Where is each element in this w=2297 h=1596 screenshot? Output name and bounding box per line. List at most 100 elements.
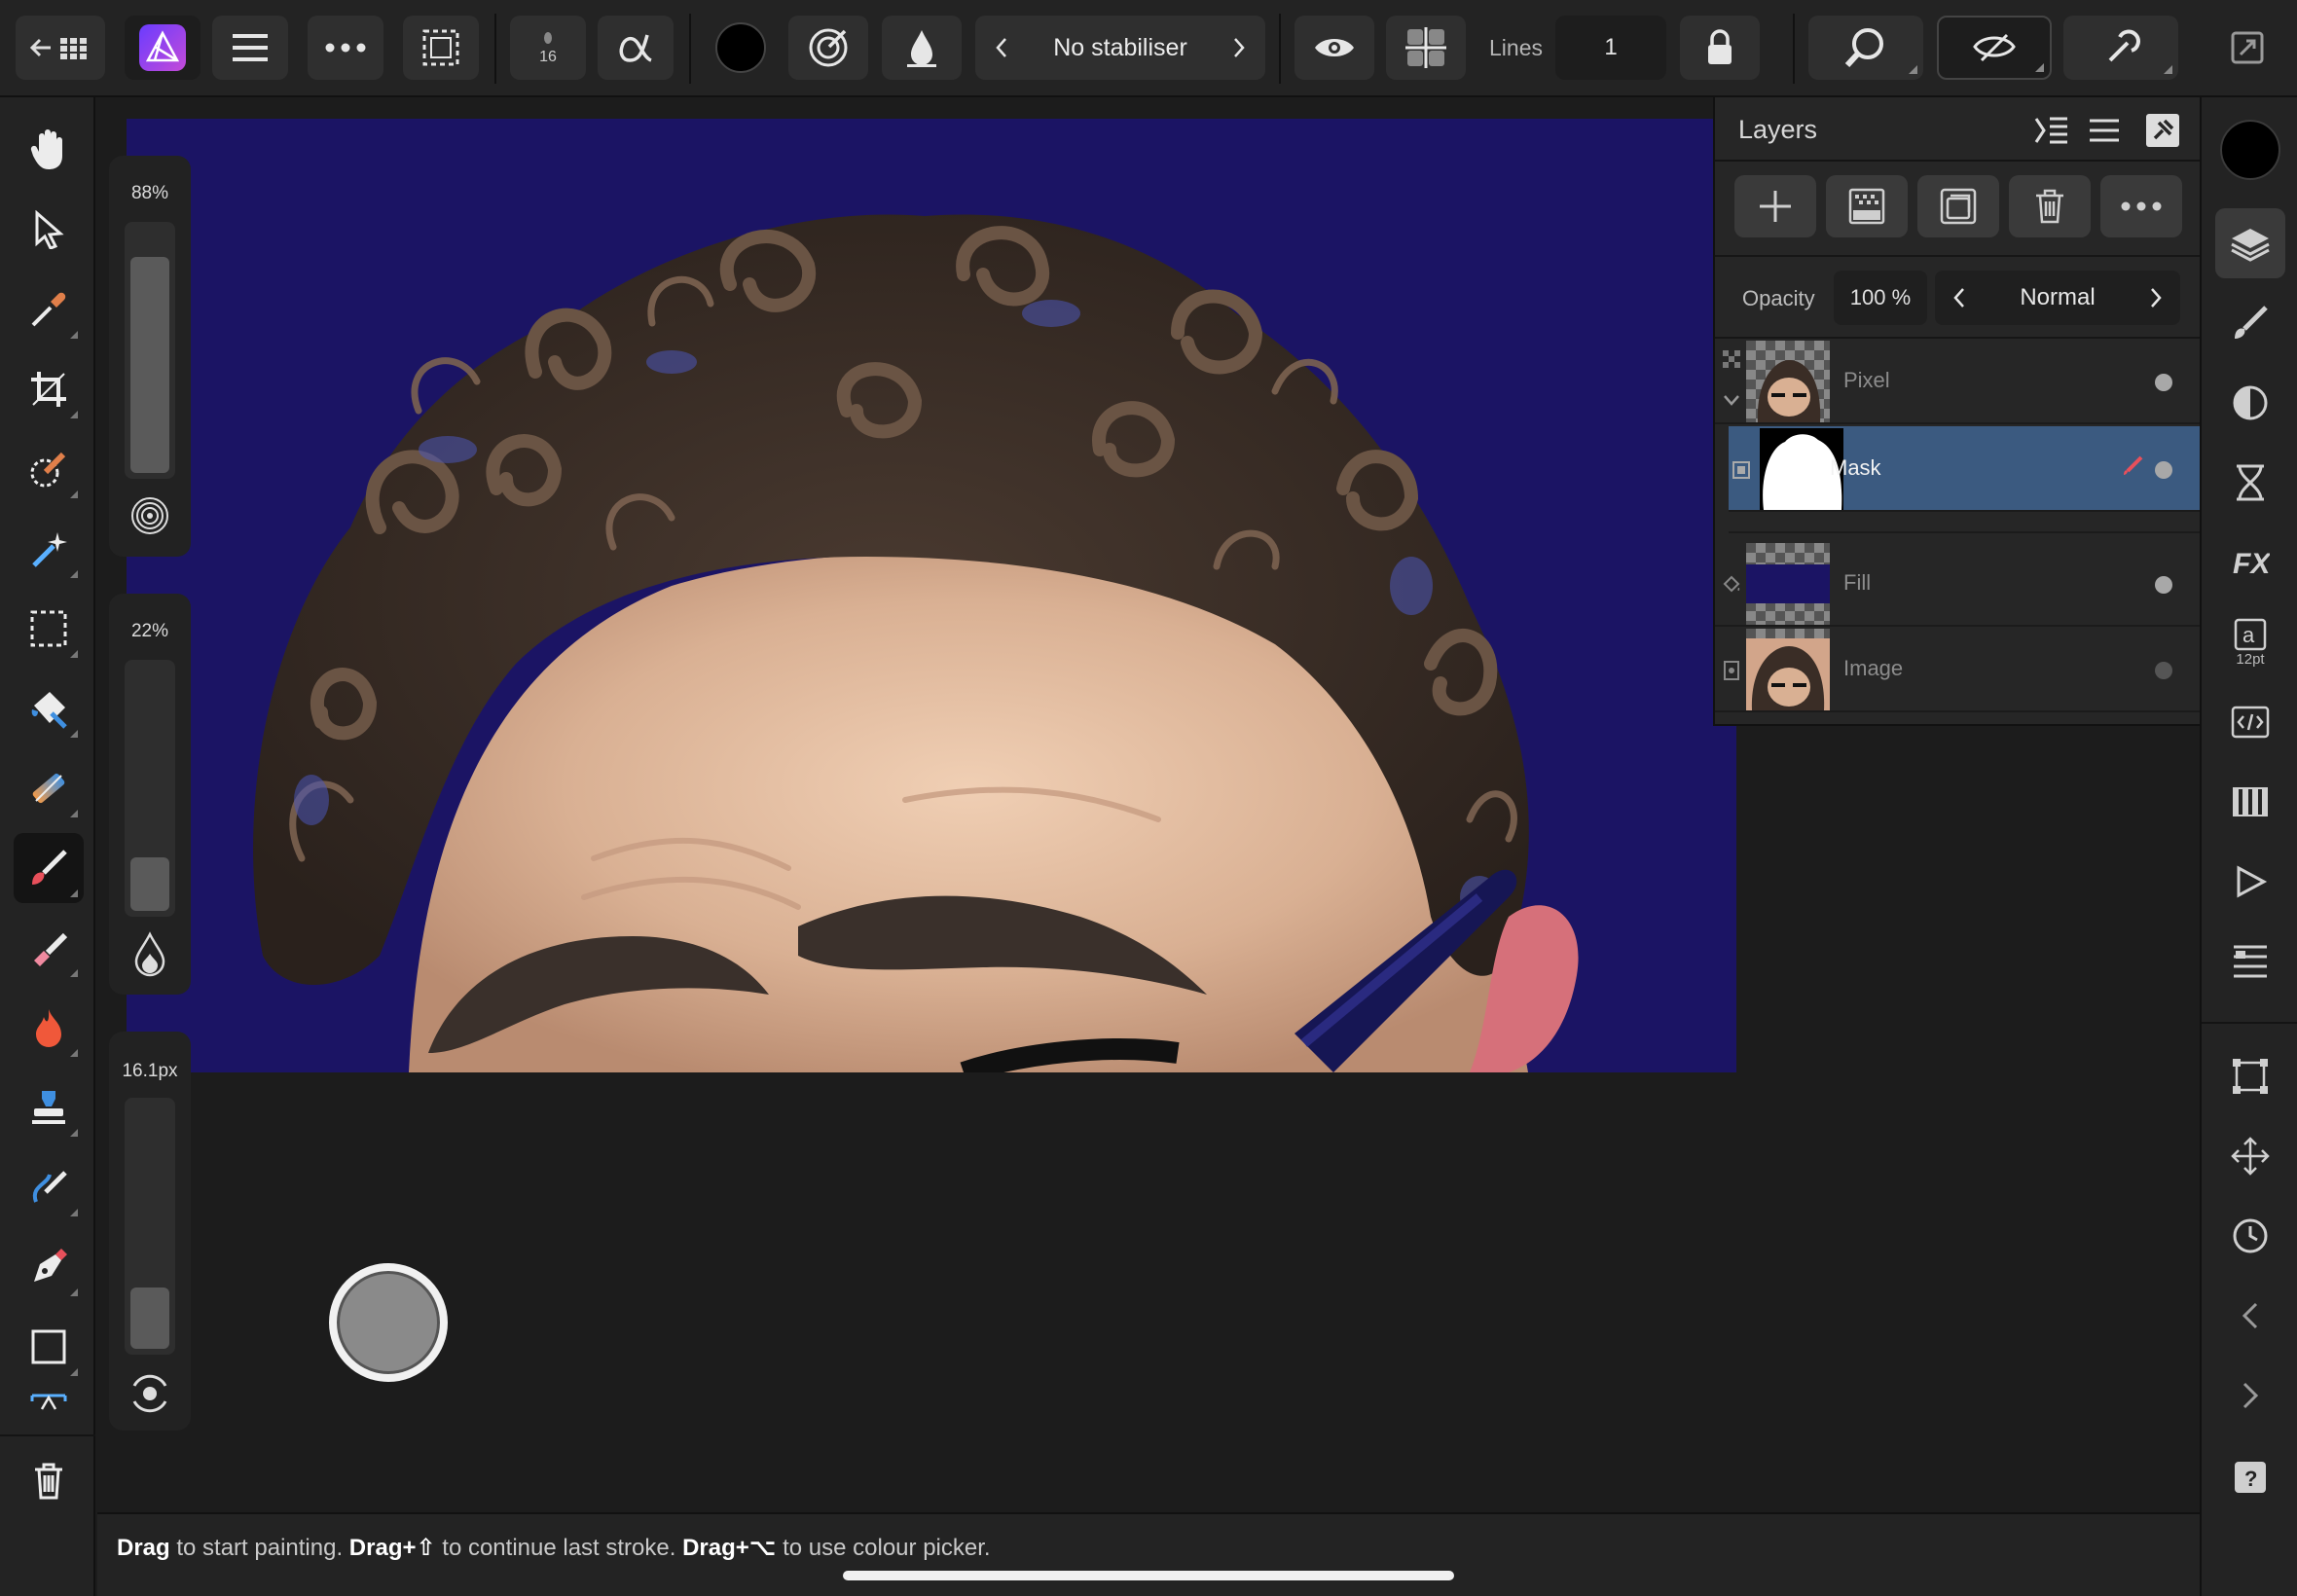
clone-brush-tool[interactable] (14, 1072, 84, 1143)
view-tool[interactable] (14, 115, 84, 185)
pen-nib-icon (34, 1249, 67, 1282)
macro-studio-button[interactable] (2215, 687, 2285, 757)
symmetry-button[interactable] (1386, 16, 1466, 80)
layer-opacity-label: Opacity (1742, 286, 1815, 310)
navigator-studio-button[interactable] (2215, 847, 2285, 917)
image-thumbnail (1746, 629, 1830, 710)
chevron-right-icon (2242, 1382, 2259, 1409)
adjustments-studio-button[interactable] (2215, 368, 2285, 438)
text-tool[interactable] (14, 1392, 84, 1421)
brush-size-button[interactable]: 16 (510, 16, 586, 80)
blend-mode-selector[interactable]: Normal (1935, 271, 2180, 325)
assistant-button[interactable] (2063, 16, 2178, 80)
pressure-toggle[interactable] (128, 494, 171, 537)
hint-keyword: Drag+⌥ (682, 1535, 777, 1561)
delete-button[interactable] (14, 1446, 84, 1516)
expand-chevron-icon[interactable] (1721, 389, 1742, 411)
flood-select-tool[interactable] (14, 514, 84, 584)
tool-flyout-corner-icon (70, 889, 78, 897)
chevron-left-icon[interactable] (1952, 287, 1966, 308)
quick-mask-button[interactable] (1937, 16, 2052, 80)
brushes-studio-button[interactable] (2215, 288, 2285, 358)
layer-visibility-toggle[interactable] (2155, 461, 2172, 479)
primary-color-swatch[interactable] (701, 16, 781, 80)
move-studio-button[interactable] (2215, 1121, 2285, 1191)
chevron-left-icon[interactable] (995, 37, 1008, 58)
layer-row-image[interactable]: Image (1715, 627, 2202, 712)
tool-flyout-corner-icon (70, 810, 78, 817)
text-styles-studio-button[interactable]: a 12pt (2215, 607, 2285, 677)
flood-fill-tool[interactable] (14, 673, 84, 744)
stabiliser-selector[interactable]: No stabiliser (975, 16, 1265, 80)
smudge-brush-tool[interactable] (14, 1152, 84, 1222)
flow-slider[interactable] (125, 660, 175, 917)
layer-visibility-toggle[interactable] (2155, 576, 2172, 594)
collapse-panel-button[interactable] (2032, 111, 2071, 150)
paint-brush-tool[interactable] (14, 833, 84, 903)
view-button[interactable] (1294, 16, 1374, 80)
crop-tool[interactable] (14, 354, 84, 424)
marquee-tool[interactable] (14, 594, 84, 664)
stock-studio-button[interactable] (2215, 926, 2285, 997)
target-arrows-icon (132, 1374, 167, 1413)
transform-studio-button[interactable] (2215, 1041, 2285, 1111)
tool-flyout-corner-icon (70, 570, 78, 578)
color-picker-tool[interactable] (14, 274, 84, 345)
shape-tool[interactable] (14, 1312, 84, 1382)
flow-pressure-toggle[interactable] (130, 930, 169, 977)
delete-layer-button[interactable] (2009, 175, 2091, 237)
lines-count-field[interactable]: 1 (1555, 16, 1666, 80)
pen-tool[interactable] (14, 1232, 84, 1302)
menu-button[interactable] (212, 16, 288, 80)
pixel-layer-type-icon (1721, 348, 1742, 370)
add-layer-button[interactable] (1734, 175, 1816, 237)
fullscreen-button[interactable] (2209, 16, 2285, 80)
layer-options-button[interactable] (2100, 175, 2182, 237)
panel-menu-button[interactable] (2085, 111, 2124, 150)
width-pressure-toggle[interactable] (127, 1372, 173, 1415)
modifier-button[interactable] (329, 1263, 448, 1382)
fill-layer-type-icon (1721, 574, 1742, 596)
undo-button[interactable] (2215, 1281, 2285, 1351)
layer-visibility-toggle[interactable] (2155, 374, 2172, 391)
move-tool[interactable] (14, 195, 84, 265)
more-button[interactable] (308, 16, 383, 80)
opacity-slider[interactable] (125, 222, 175, 479)
alpha-button[interactable] (598, 16, 674, 80)
channels-studio-button[interactable] (2215, 767, 2285, 837)
effects-studio-button[interactable]: FX (2215, 527, 2285, 598)
brush-sliders: 88% 22% 16.1px (109, 156, 191, 1431)
document-canvas[interactable] (127, 119, 1736, 1072)
back-to-gallery-button[interactable] (16, 16, 105, 80)
chevron-right-icon[interactable] (2149, 287, 2163, 308)
erase-brush-tool[interactable] (14, 913, 84, 983)
crop-icon (31, 372, 66, 407)
layers-studio-button[interactable] (2215, 208, 2285, 278)
help-button[interactable]: ? (2215, 1442, 2285, 1512)
persona-button[interactable] (125, 16, 201, 80)
chevron-right-icon[interactable] (1232, 37, 1246, 58)
duplicate-layer-button[interactable] (1917, 175, 1999, 237)
layer-opacity-field[interactable]: 100 % (1834, 271, 1927, 325)
layer-visibility-toggle[interactable] (2155, 662, 2172, 679)
burn-brush-tool[interactable] (14, 993, 84, 1063)
wet-edges-button[interactable] (882, 16, 962, 80)
layer-row-mask[interactable]: Mask (1729, 426, 2202, 512)
redo-button[interactable] (2215, 1360, 2285, 1431)
gradient-tool[interactable] (14, 753, 84, 823)
pin-panel-button[interactable] (2143, 111, 2182, 150)
layer-row-pixel[interactable]: Pixel (1715, 339, 2202, 424)
home-indicator[interactable] (843, 1571, 1454, 1580)
width-slider[interactable] (125, 1098, 175, 1355)
mask-row-spacer (1729, 514, 2202, 533)
layer-row-fill[interactable]: Fill (1715, 541, 2202, 627)
color-studio-button[interactable] (2215, 115, 2285, 185)
zoom-button[interactable] (1808, 16, 1923, 80)
history-studio-button[interactable] (2215, 448, 2285, 518)
lock-button[interactable] (1680, 16, 1760, 80)
snapshots-studio-button[interactable] (2215, 1201, 2285, 1271)
brush-settings-button[interactable] (788, 16, 868, 80)
selection-brush-tool[interactable] (14, 434, 84, 504)
add-mask-button[interactable] (1826, 175, 1908, 237)
selection-button[interactable] (403, 16, 479, 80)
